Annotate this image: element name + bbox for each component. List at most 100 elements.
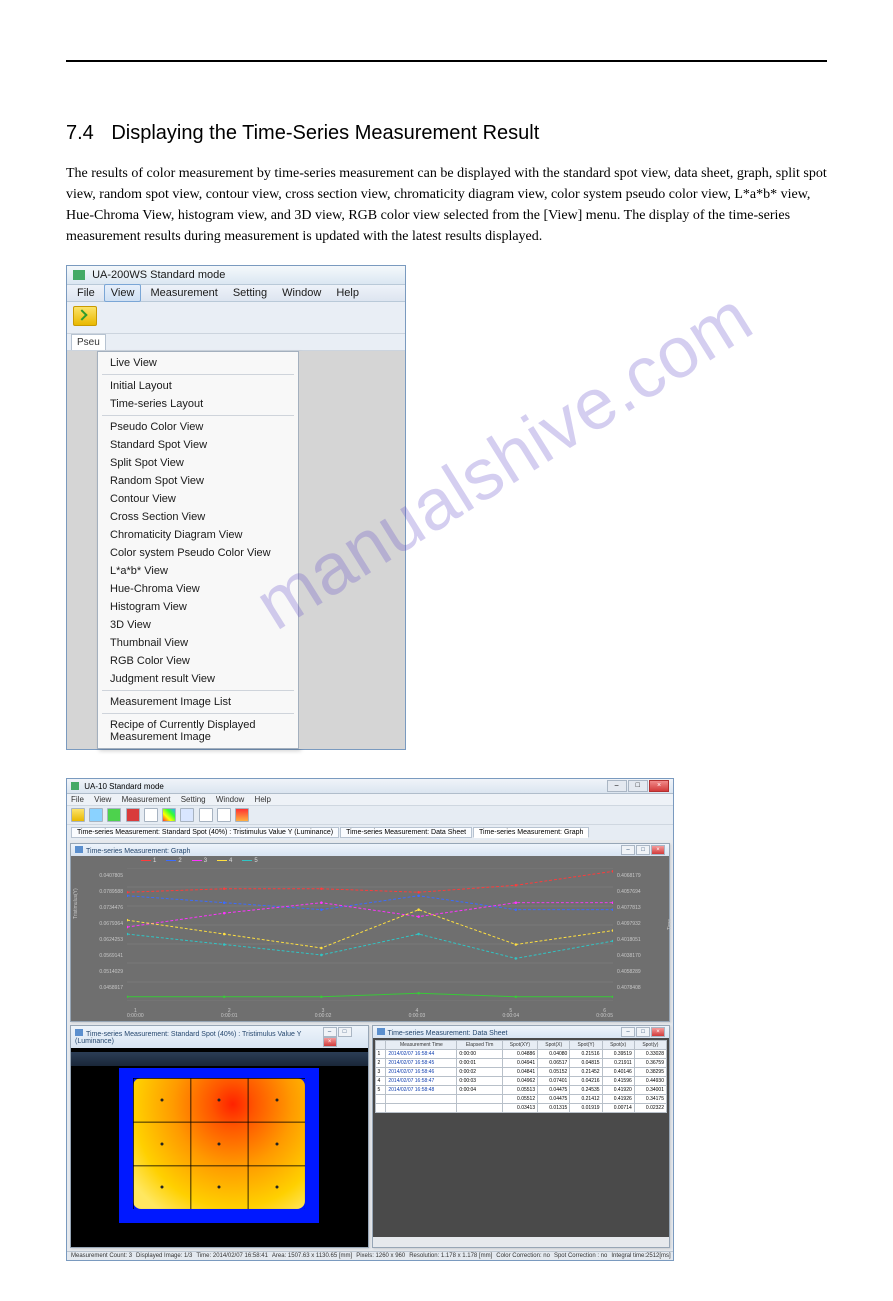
y-axis-left: 0.04078050.07895880.07344760.06793640.06… <box>91 868 123 996</box>
status-item: Integral time:2512[ms] <box>611 1253 670 1259</box>
window-titlebar: UA-10 Standard mode – □ × <box>67 779 673 794</box>
table-row[interactable]: 12014/02/07 16:58:440:00:000.048860.0408… <box>375 1050 667 1059</box>
menu-item[interactable]: RGB Color View <box>98 652 298 670</box>
record-icon[interactable] <box>126 808 140 822</box>
menu-file[interactable]: File <box>71 795 84 804</box>
pane-max-button[interactable]: □ <box>636 1027 650 1037</box>
menu-help[interactable]: Help <box>330 285 365 301</box>
menu-item[interactable]: Contour View <box>98 490 298 508</box>
window-controls: – □ × <box>608 780 669 792</box>
pane-max-button[interactable]: □ <box>636 845 650 855</box>
maximize-button[interactable]: □ <box>628 780 648 792</box>
menu-item[interactable]: Histogram View <box>98 598 298 616</box>
menu-item[interactable]: Cross Section View <box>98 508 298 526</box>
section-title: Displaying the Time-Series Measurement R… <box>111 122 539 145</box>
tab-pseudo[interactable]: Pseu <box>71 334 106 350</box>
menu-item[interactable]: Split Spot View <box>98 454 298 472</box>
menu-file[interactable]: File <box>71 285 101 301</box>
pane-controls: – □ × <box>622 845 665 855</box>
table-row[interactable]: 32014/02/07 16:58:460:00:020.048410.0515… <box>375 1068 667 1077</box>
window-icon[interactable] <box>180 808 194 822</box>
data-sheet-pane-title: Time-series Measurement: Data Sheet – □ … <box>373 1026 670 1038</box>
menu-setting[interactable]: Setting <box>227 285 273 301</box>
table-row[interactable]: 42014/02/07 16:58:470:00:030.049620.0740… <box>375 1077 667 1086</box>
minimize-button[interactable]: – <box>607 780 627 792</box>
menu-view[interactable]: View <box>94 795 111 804</box>
menu-item[interactable]: Color system Pseudo Color View <box>98 544 298 562</box>
pane-close-button[interactable]: × <box>651 1027 665 1037</box>
menu-bar[interactable]: File View Measurement Setting Window Hel… <box>67 285 405 302</box>
close-button[interactable]: × <box>649 780 669 792</box>
tab-graph[interactable]: Time-series Measurement: Graph <box>473 827 589 838</box>
toolbar <box>67 302 405 334</box>
save-icon[interactable] <box>89 808 103 822</box>
tool2-icon[interactable] <box>217 808 231 822</box>
pane-close-button[interactable]: × <box>651 845 665 855</box>
menu-window[interactable]: Window <box>276 285 327 301</box>
y-axis-right: 0.40681790.40576940.40778130.40979320.40… <box>617 868 649 996</box>
table-row[interactable]: 22014/02/07 16:58:450:00:010.049410.0651… <box>375 1059 667 1068</box>
column-header: Spot(XY) <box>502 1041 537 1050</box>
menu-item[interactable]: L*a*b* View <box>98 562 298 580</box>
menu-measurement[interactable]: Measurement <box>145 285 224 301</box>
column-header: Measurement Time <box>386 1041 457 1050</box>
pseudo-color-toolbar <box>71 1052 368 1066</box>
menu-item[interactable]: Initial Layout <box>98 377 298 395</box>
pane-min-button[interactable]: – <box>621 845 635 855</box>
body-paragraph: The results of color measurement by time… <box>66 163 827 247</box>
status-item: Displayed Image: 1/3 <box>136 1253 192 1259</box>
menu-item[interactable]: Random Spot View <box>98 472 298 490</box>
menu-item[interactable]: Judgment result View <box>98 670 298 688</box>
pseudo-color-icon[interactable] <box>235 808 249 822</box>
x-axis: 10:00:0020:00:0130:00:0240:00:0350:00:04… <box>127 1009 613 1019</box>
menu-window[interactable]: Window <box>216 795 244 804</box>
menu-setting[interactable]: Setting <box>181 795 206 804</box>
tab-data-sheet[interactable]: Time-series Measurement: Data Sheet <box>340 827 472 838</box>
table-row[interactable]: 0.055120.044750.214120.419260.34175 <box>375 1095 667 1104</box>
header-rule <box>66 60 827 62</box>
screenshot-time-series-app: UA-10 Standard mode – □ × File View Meas… <box>66 778 674 1261</box>
open-icon[interactable] <box>71 808 85 822</box>
menu-bar[interactable]: File View Measurement Setting Window Hel… <box>67 794 673 805</box>
tool-icon[interactable] <box>199 808 213 822</box>
menu-item[interactable]: 3D View <box>98 616 298 634</box>
menu-item[interactable]: Measurement Image List <box>98 693 298 711</box>
menu-item[interactable]: Live View <box>98 354 298 372</box>
menu-item[interactable]: Thumbnail View <box>98 634 298 652</box>
pseudo-color-pane: Time-series Measurement: Standard Spot (… <box>70 1025 369 1248</box>
menu-item[interactable]: Chromaticity Diagram View <box>98 526 298 544</box>
table-row[interactable]: 52014/02/07 16:58:480:00:040.055130.0447… <box>375 1086 667 1095</box>
legend-item: 5 <box>242 858 257 864</box>
menu-item[interactable]: Hue-Chroma View <box>98 580 298 598</box>
menu-measurement[interactable]: Measurement <box>122 795 171 804</box>
menu-help[interactable]: Help <box>255 795 271 804</box>
table-row[interactable]: 0.034130.013150.019190.007140.02322 <box>375 1104 667 1113</box>
status-item: Color Correction: no <box>496 1253 550 1259</box>
sheet-icon[interactable] <box>144 808 158 822</box>
graph-body: 12345 0.04078050.07895880.07344760.06793… <box>71 856 669 1021</box>
view-menu-dropdown[interactable]: Live View Initial LayoutTime-series Layou… <box>97 351 299 749</box>
tab-standard-spot[interactable]: Time-series Measurement: Standard Spot (… <box>71 827 339 838</box>
legend-item: 2 <box>166 858 181 864</box>
window-title: UA-10 Standard mode <box>84 782 164 791</box>
menu-item[interactable]: Standard Spot View <box>98 436 298 454</box>
open-icon[interactable] <box>73 306 97 326</box>
pseudo-color-body <box>71 1048 368 1247</box>
menu-item[interactable]: Recipe of Currently Displayed Measuremen… <box>98 716 298 746</box>
pane-min-button[interactable]: – <box>621 1027 635 1037</box>
pane-close-button[interactable]: × <box>323 1037 337 1047</box>
screenshot-view-menu: UA-200WS Standard mode File View Measure… <box>66 265 406 750</box>
color-icon[interactable] <box>162 808 176 822</box>
app-icon <box>71 782 79 790</box>
pane-max-button[interactable]: □ <box>338 1027 352 1037</box>
data-sheet-pane: Time-series Measurement: Data Sheet – □ … <box>372 1025 671 1248</box>
pane-min-button[interactable]: – <box>323 1027 337 1037</box>
legend-item: 1 <box>141 858 156 864</box>
status-item: Resolution: 1.178 x 1.178 [mm] <box>409 1253 492 1259</box>
menu-view[interactable]: View <box>104 284 142 302</box>
column-header <box>375 1041 386 1050</box>
menu-item[interactable]: Time-series Layout <box>98 395 298 413</box>
status-bar: Measurement Count: 3Displayed Image: 1/3… <box>67 1251 673 1260</box>
play-icon[interactable] <box>107 808 121 822</box>
menu-item[interactable]: Pseudo Color View <box>98 418 298 436</box>
